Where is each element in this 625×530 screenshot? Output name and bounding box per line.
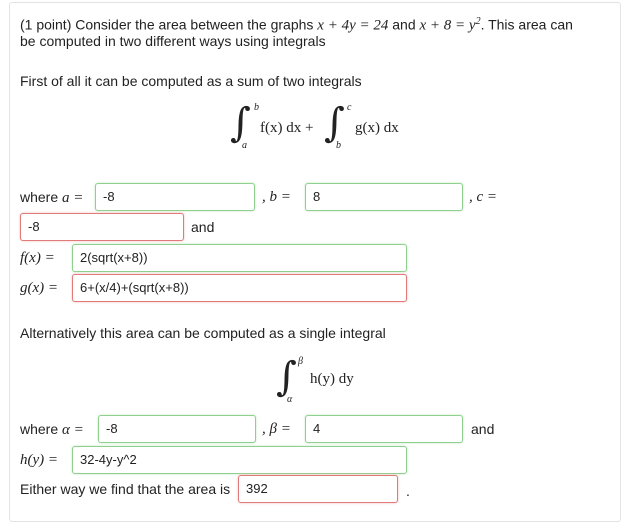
intro-line-2: be computed in two different ways using …: [20, 33, 326, 49]
where-label: where: [20, 189, 59, 205]
equation-2: x + 8 = y: [419, 17, 476, 34]
b-input[interactable]: 8: [305, 183, 463, 211]
beta-input[interactable]: 4: [305, 415, 463, 443]
f-input[interactable]: 2(sqrt(x+8)): [72, 244, 407, 272]
c-label: , c =: [469, 189, 498, 205]
g-input[interactable]: 6+(x/4)+(sqrt(x+8)): [72, 274, 407, 302]
a-input[interactable]: -8: [95, 183, 255, 211]
intro-and: and: [392, 16, 416, 33]
intro-suffix: . This area can: [480, 16, 573, 33]
integral-3-body: h(y) dy: [310, 371, 354, 387]
area-input[interactable]: 392: [238, 475, 398, 503]
part2-heading: Alternatively this area can be computed …: [20, 325, 386, 341]
integral-sign-2: ∫: [324, 100, 345, 146]
where-a-label: where a =: [20, 189, 83, 207]
integral-sign-3: ∫: [276, 354, 297, 400]
part1-heading: First of all it can be computed as a sum…: [20, 73, 362, 89]
integral-1-lower: a: [242, 140, 247, 151]
part2-and-label: and: [471, 421, 495, 437]
integral-2-upper: c: [347, 102, 352, 113]
f-label: f(x) =: [20, 250, 55, 266]
integral-3-upper: β: [298, 356, 303, 367]
a-label: a =: [62, 190, 84, 206]
problem-statement: (1 point) Consider the area between the …: [20, 13, 573, 35]
integral-sign-1: ∫: [230, 100, 251, 146]
area-period: .: [406, 483, 410, 499]
h-label: h(y) =: [20, 452, 59, 468]
equation-1: x + 4y = 24: [317, 17, 389, 34]
integral-2-lower: b: [336, 140, 341, 151]
b-label: , b =: [262, 189, 291, 205]
integral-3-lower: α: [287, 394, 293, 405]
alpha-input[interactable]: -8: [98, 415, 256, 443]
where-alpha-label: where α =: [20, 421, 84, 439]
integral-1-body: f(x) dx +: [260, 120, 314, 136]
g-label: g(x) =: [20, 280, 59, 296]
integral-1-upper: b: [254, 102, 259, 113]
intro-prefix: (1 point) Consider the area between the …: [20, 16, 314, 33]
beta-label: , β =: [262, 421, 291, 437]
c-input[interactable]: -8: [20, 213, 184, 241]
integral-2-body: g(x) dx: [355, 120, 399, 136]
where-label-2: where: [20, 421, 59, 437]
alpha-label: α =: [62, 422, 84, 438]
area-statement: Either way we find that the area is: [20, 481, 231, 497]
part1-and-label: and: [191, 219, 215, 235]
h-input[interactable]: 32-4y-y^2: [72, 446, 407, 474]
